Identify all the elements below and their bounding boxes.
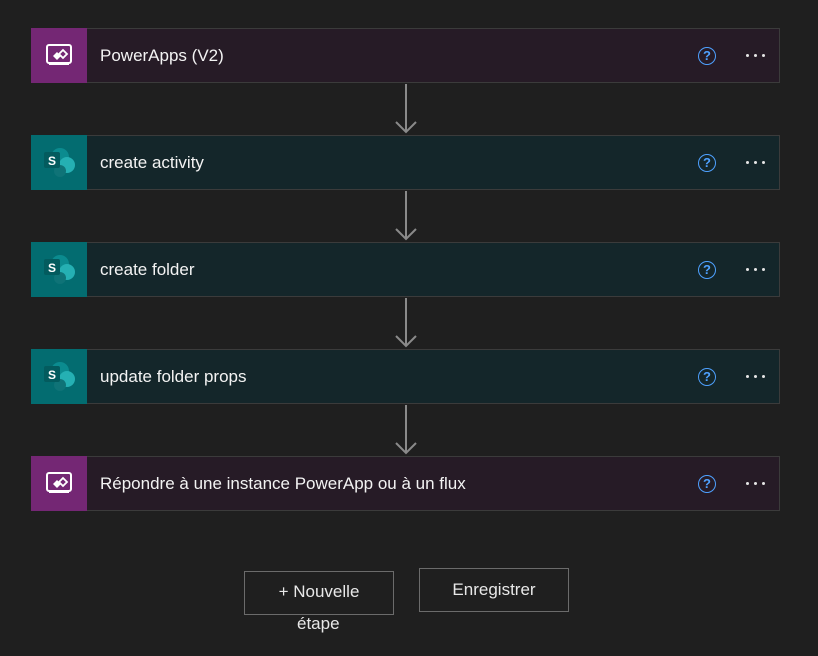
- arrow-down-icon: [395, 298, 417, 348]
- step-title: create folder: [100, 259, 195, 279]
- more-options-icon[interactable]: [746, 262, 765, 277]
- new-step-label: + Nouvelle: [278, 582, 360, 601]
- powerapps-icon: [31, 27, 87, 83]
- help-icon[interactable]: ?: [698, 46, 716, 65]
- svg-text:S: S: [48, 154, 56, 168]
- more-options-icon[interactable]: [746, 48, 765, 63]
- new-step-label-wrap: étape: [297, 614, 340, 633]
- step-title: PowerApps (V2): [100, 45, 224, 65]
- step-title: create activity: [100, 152, 204, 172]
- sharepoint-icon: S: [31, 241, 87, 297]
- arrow-down-icon: [395, 191, 417, 241]
- more-options-icon[interactable]: [746, 369, 765, 384]
- flow-canvas: PowerApps (V2) ? S create activity ? S c…: [0, 0, 818, 656]
- help-icon[interactable]: ?: [698, 260, 716, 279]
- step-card-powerapps-trigger[interactable]: PowerApps (V2) ?: [31, 27, 780, 83]
- step-card-respond-powerapp[interactable]: Répondre à une instance PowerApp ou à un…: [31, 455, 780, 511]
- more-options-icon[interactable]: [746, 155, 765, 170]
- step-title: Répondre à une instance PowerApp ou à un…: [100, 473, 466, 493]
- step-title: update folder props: [100, 366, 247, 386]
- svg-text:S: S: [48, 368, 56, 382]
- save-button[interactable]: Enregistrer: [419, 568, 569, 612]
- step-card-create-folder[interactable]: S create folder ?: [31, 241, 780, 297]
- help-icon[interactable]: ?: [698, 367, 716, 386]
- arrow-down-icon: [395, 84, 417, 134]
- step-card-update-folder-props[interactable]: S update folder props ?: [31, 348, 780, 404]
- help-icon[interactable]: ?: [698, 474, 716, 493]
- powerapps-icon: [31, 455, 87, 511]
- more-options-icon[interactable]: [746, 476, 765, 491]
- save-label: Enregistrer: [452, 580, 536, 599]
- sharepoint-icon: S: [31, 348, 87, 404]
- step-card-create-activity[interactable]: S create activity ?: [31, 134, 780, 190]
- sharepoint-icon: S: [31, 134, 87, 190]
- svg-text:S: S: [48, 261, 56, 275]
- new-step-button[interactable]: + Nouvelle: [244, 571, 394, 615]
- arrow-down-icon: [395, 405, 417, 455]
- help-icon[interactable]: ?: [698, 153, 716, 172]
